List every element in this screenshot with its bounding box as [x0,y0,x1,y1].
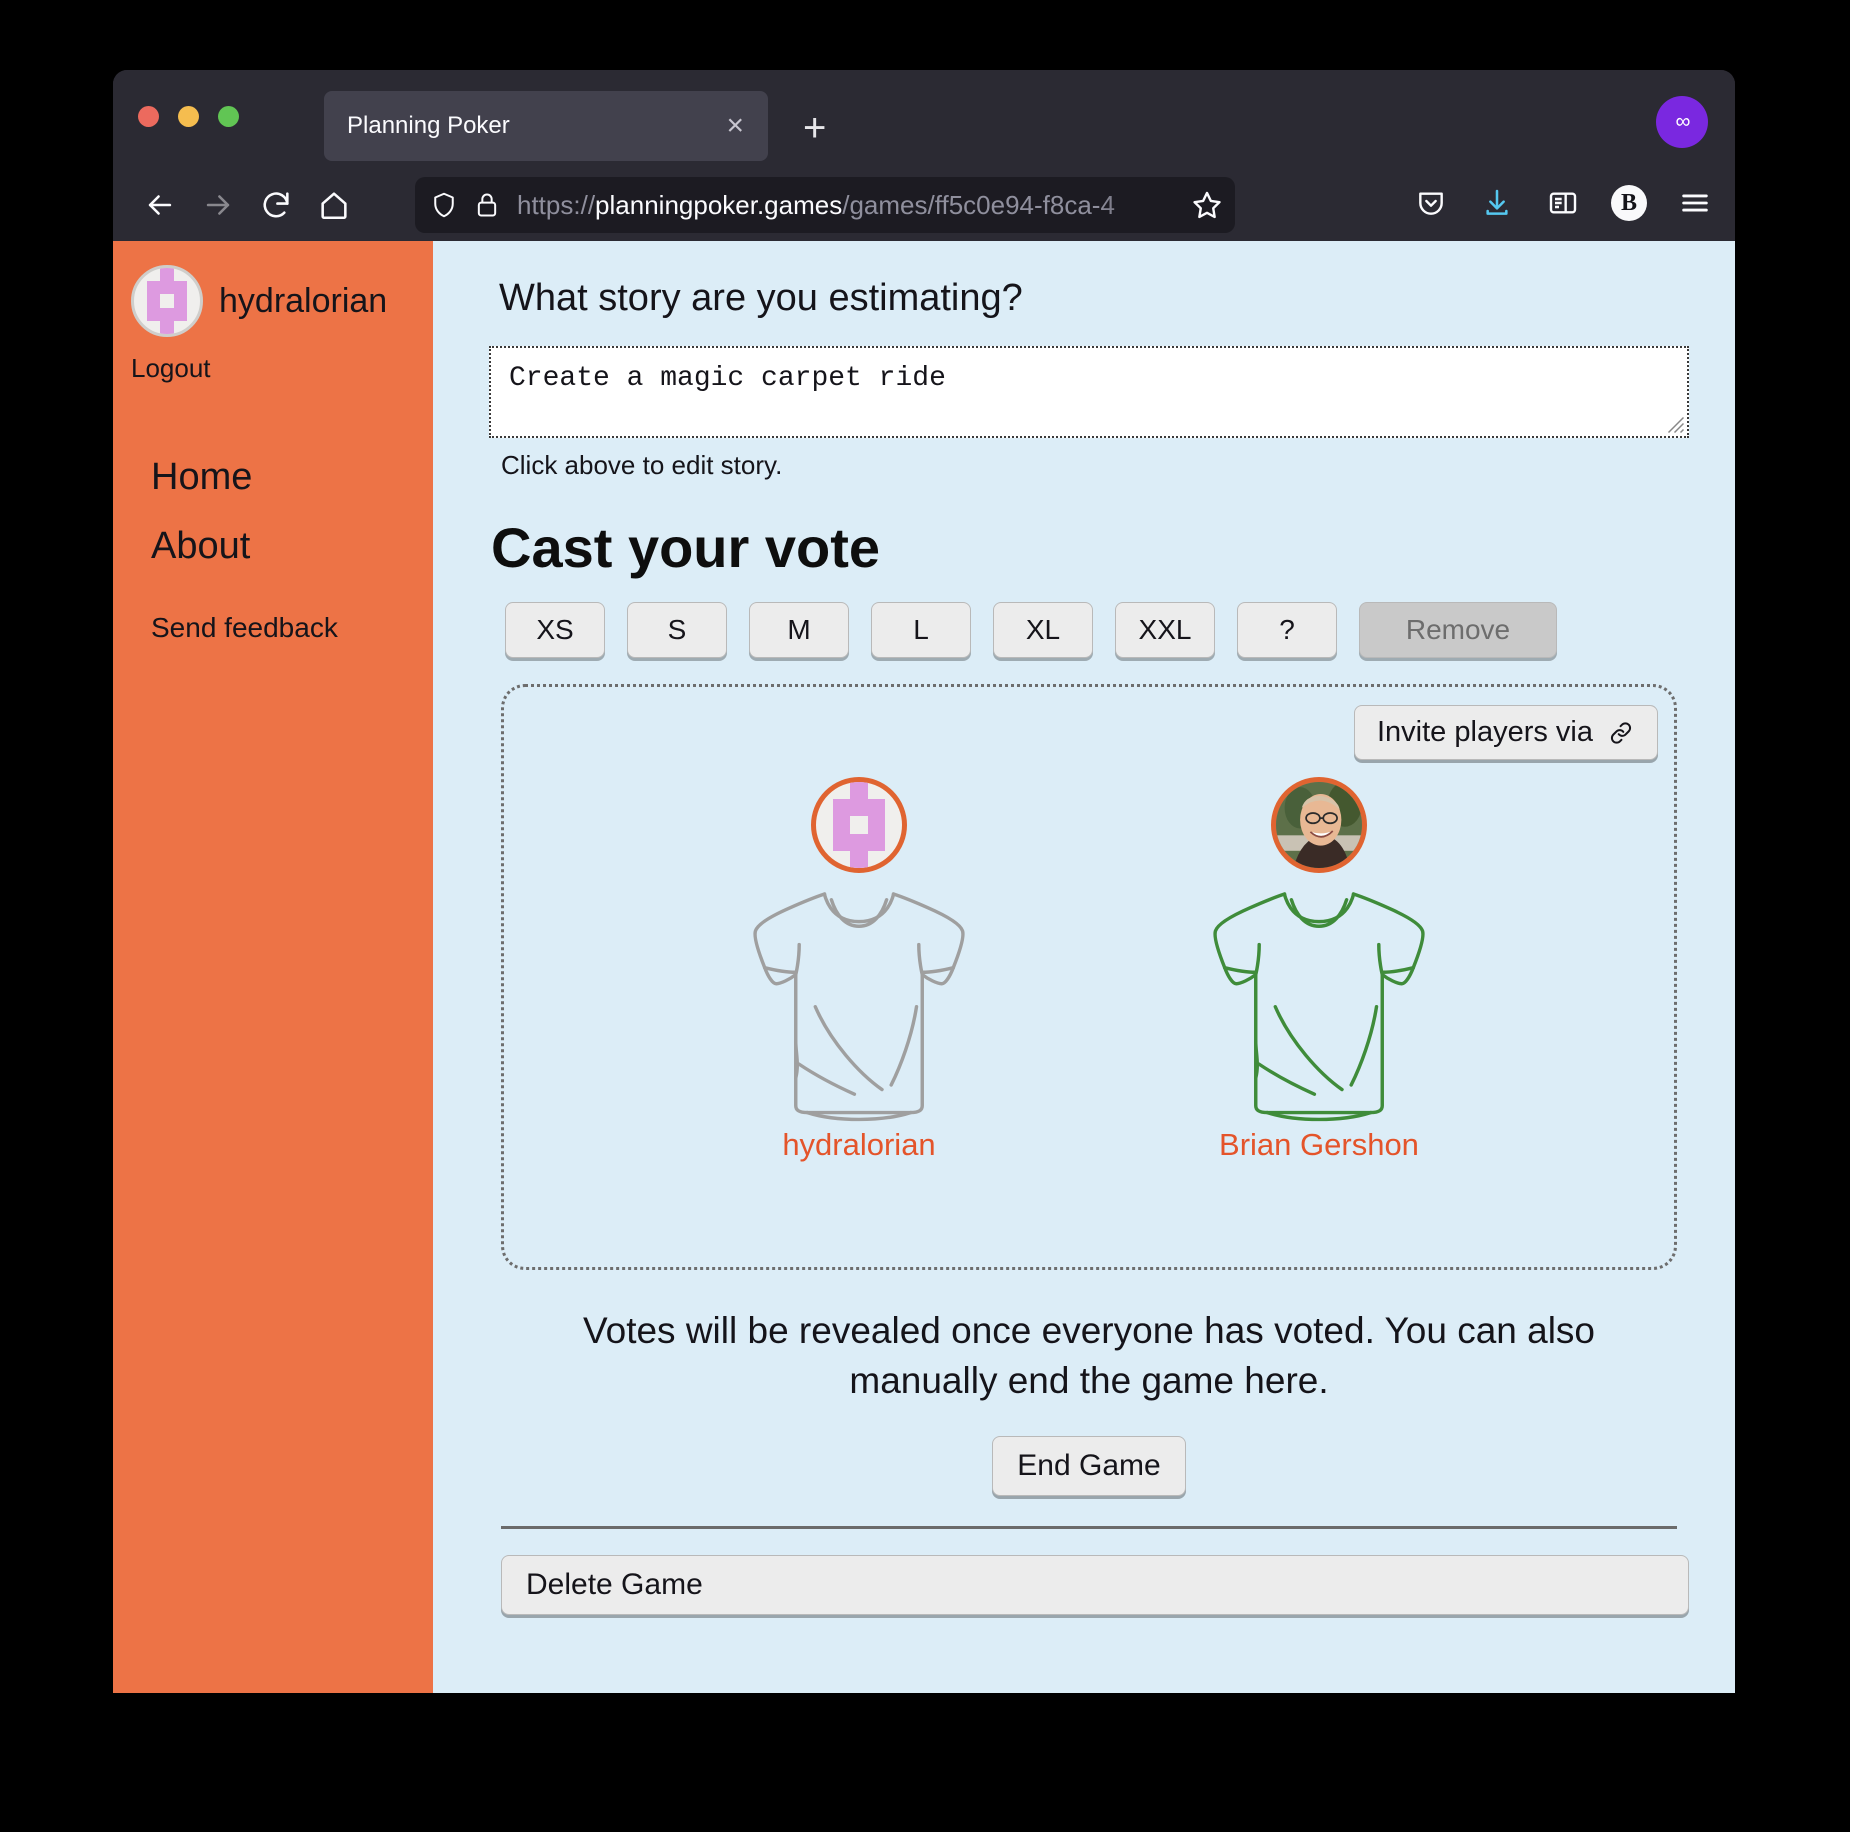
app-sidebar: hydralorian Logout Home About Send feedb… [113,241,433,1693]
remove-vote-button: Remove [1359,602,1557,658]
end-game-row: End Game [489,1435,1689,1496]
player-table: Invite players via hydralorian Brian Ger… [501,684,1677,1270]
pocket-save-icon[interactable] [1405,177,1457,229]
cast-vote-heading: Cast your vote [491,516,880,579]
vote-button-m[interactable]: M [749,602,849,658]
forward-icon[interactable] [189,176,247,234]
reload-icon[interactable] [247,176,305,234]
player-name: hydralorian [782,1127,936,1162]
vote-button-unknown[interactable]: ? [1237,602,1337,658]
new-tab-icon[interactable]: + [803,108,826,148]
end-game-button[interactable]: End Game [992,1435,1186,1496]
shield-icon[interactable] [429,190,459,220]
logout-link[interactable]: Logout [131,353,211,384]
identicon-avatar [131,265,203,337]
maximize-window-button[interactable] [218,106,239,127]
hamburger-menu-icon[interactable] [1669,177,1721,229]
address-bar[interactable]: https://planningpoker.games/games/ff5c0e… [415,177,1235,233]
browser-window: Planning Poker × + ∞ https://planningpok… [113,70,1735,1693]
avatar [1271,777,1367,873]
sidebar-item-home[interactable]: Home [151,456,433,499]
delete-game-button[interactable]: Delete Game [501,1554,1689,1615]
link-chain-icon [1610,721,1632,744]
sidebar-username: hydralorian [219,281,388,320]
download-icon[interactable] [1471,177,1523,229]
main-panel: What story are you estimating? Click abo… [433,241,1735,1693]
vote-button-l[interactable]: L [871,602,971,658]
player-card: Brian Gershon [1189,777,1449,1163]
browser-tab[interactable]: Planning Poker × [324,91,768,161]
sidebar-item-about[interactable]: About [151,525,433,568]
story-input[interactable] [489,346,1689,438]
tab-strip: Planning Poker × + ∞ [113,70,1735,169]
invite-players-label: Invite players via [1377,716,1593,748]
sidebar-toggle-icon[interactable] [1537,177,1589,229]
url-scheme: https:// [517,189,596,220]
account-avatar[interactable]: ∞ [1656,96,1708,148]
minimize-window-button[interactable] [178,106,199,127]
identicon-avatar [811,777,907,873]
sidebar-nav: Home About [113,456,433,568]
tshirt-icon [753,892,965,1122]
player-name: Brian Gershon [1219,1127,1419,1162]
close-tab-icon[interactable]: × [726,111,744,141]
tshirt-icon [1213,892,1425,1122]
close-window-button[interactable] [138,106,159,127]
player-card: hydralorian [729,777,989,1163]
profile-initial: B [1611,185,1647,221]
vote-button-xs[interactable]: XS [505,602,605,658]
url-host: planningpoker.games [595,189,843,220]
story-question-label: What story are you estimating? [499,277,1023,319]
invite-players-button[interactable]: Invite players via [1354,705,1658,760]
star-icon[interactable] [1179,188,1235,222]
profile-icon[interactable]: B [1603,177,1655,229]
page-content: hydralorian Logout Home About Send feedb… [113,241,1735,1693]
vote-button-s[interactable]: S [627,602,727,658]
home-icon[interactable] [305,176,363,234]
vote-buttons: XS S M L XL XXL ? Remove [505,602,1689,658]
toolbar-actions: B [1405,177,1721,229]
window-controls [138,106,239,127]
navigation-toolbar: https://planningpoker.games/games/ff5c0e… [113,169,1735,241]
padlock-icon[interactable] [473,191,501,219]
url-path: /games/ff5c0e94-f8ca-4 [842,189,1115,220]
story-hint: Click above to edit story. [501,450,783,480]
story-input-wrapper [489,346,1689,438]
send-feedback-link[interactable]: Send feedback [113,612,433,644]
sidebar-profile: hydralorian [113,265,433,337]
divider [501,1525,1677,1529]
vote-button-xxl[interactable]: XXL [1115,602,1215,658]
url-text[interactable]: https://planningpoker.games/games/ff5c0e… [517,190,1179,221]
vote-button-xl[interactable]: XL [993,602,1093,658]
reveal-info-text: Votes will be revealed once everyone has… [582,1310,1596,1401]
avatar-photo [1276,782,1362,868]
back-icon[interactable] [131,176,189,234]
tab-title: Planning Poker [347,112,510,139]
